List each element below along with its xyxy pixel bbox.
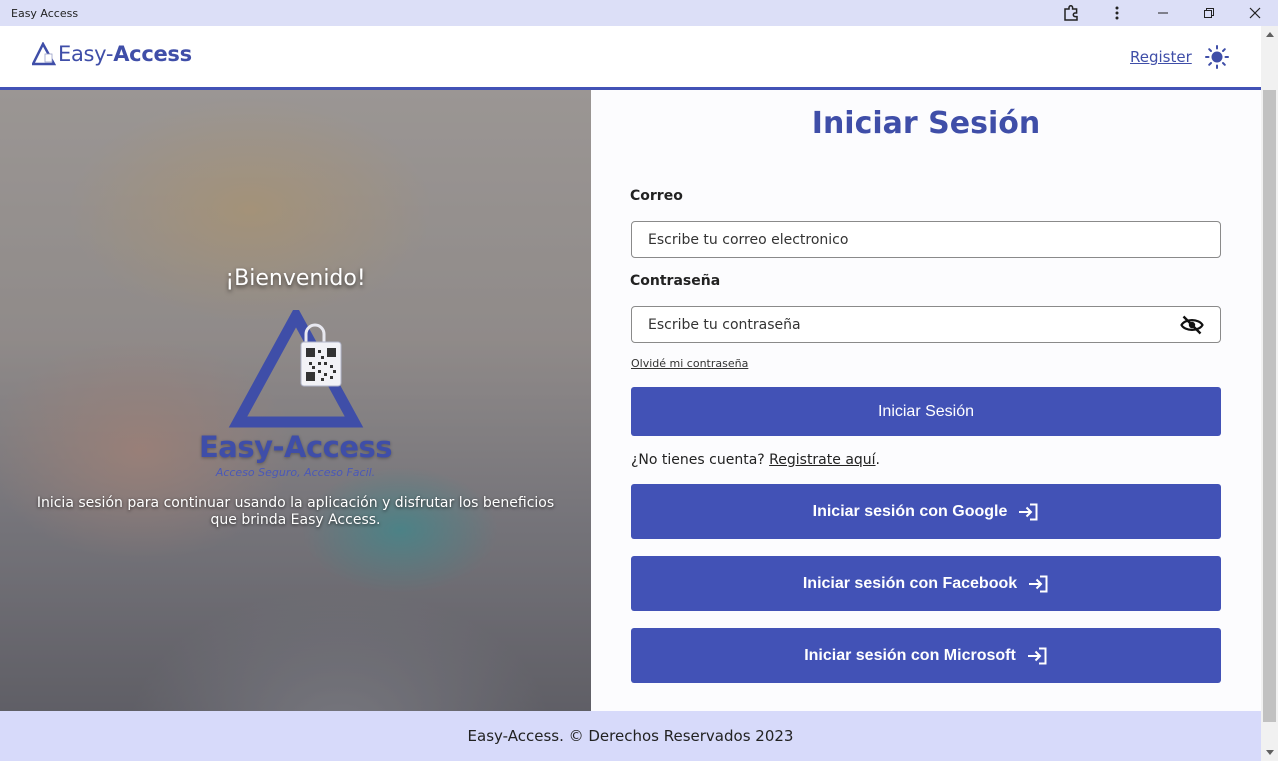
app-header: Easy-Access Register [0, 26, 1261, 90]
close-icon[interactable] [1232, 0, 1278, 26]
vertical-scrollbar[interactable] [1261, 26, 1278, 761]
window-title: Easy Access [11, 6, 79, 20]
google-login-button[interactable]: Iniciar sesión con Google [631, 484, 1221, 539]
password-label: Contraseña [630, 273, 721, 289]
scrollbar-thumb[interactable] [1263, 90, 1276, 722]
microsoft-login-label: Iniciar sesión con Microsoft [804, 646, 1016, 664]
facebook-login-label: Iniciar sesión con Facebook [802, 574, 1018, 592]
hero-description: Inicia sesión para continuar usando la a… [36, 495, 555, 528]
hero-brand: Easy-Access [198, 430, 393, 464]
scroll-up-arrow-icon[interactable] [1261, 26, 1278, 43]
email-field[interactable] [631, 221, 1221, 258]
page-footer: Easy-Access. © Derechos Reservados 2023 [0, 711, 1261, 761]
microsoft-login-button[interactable]: Iniciar sesión con Microsoft [631, 628, 1221, 683]
extensions-icon[interactable] [1048, 0, 1094, 26]
window-titlebar: Easy Access [0, 0, 1278, 26]
window-controls [1048, 0, 1278, 26]
facebook-login-button[interactable]: Iniciar sesión con Facebook [631, 556, 1221, 611]
login-button[interactable]: Iniciar Sesión [631, 387, 1221, 436]
login-arrow-icon [1026, 647, 1048, 665]
restore-icon[interactable] [1186, 0, 1232, 26]
hero-welcome: ¡Bienvenido! [225, 266, 366, 291]
signup-link[interactable]: Registrate aquí [769, 452, 875, 468]
password-field[interactable] [631, 306, 1221, 343]
sun-icon[interactable] [1204, 44, 1230, 70]
brand-logo[interactable]: Easy-Access [32, 42, 192, 66]
minimize-icon[interactable] [1140, 0, 1186, 26]
signup-prompt: ¿No tienes cuenta? Registrate aquí. [631, 452, 880, 468]
more-menu-icon[interactable] [1094, 0, 1140, 26]
triangle-lock-logo-icon [32, 42, 56, 66]
login-panel: Iniciar Sesión Correo Contraseña Olvidé … [591, 90, 1261, 711]
email-label: Correo [630, 188, 683, 204]
login-title: Iniciar Sesión [811, 106, 1041, 141]
login-arrow-icon [1017, 503, 1039, 521]
triangle-qr-lock-logo-icon [228, 310, 364, 428]
register-link[interactable]: Register [1130, 48, 1192, 66]
brand-name: Easy-Access [58, 42, 192, 66]
google-login-label: Iniciar sesión con Google [812, 502, 1008, 520]
login-arrow-icon [1027, 575, 1049, 593]
hero-panel: ¡Bienvenido! Easy-Access Acceso Seguro, … [0, 90, 591, 711]
scroll-down-arrow-icon[interactable] [1261, 744, 1278, 761]
eye-off-icon[interactable] [1180, 315, 1204, 335]
footer-text: Easy-Access. © Derechos Reservados 2023 [467, 727, 794, 745]
hero-tagline: Acceso Seguro, Acceso Facil. [215, 466, 376, 479]
forgot-password-link[interactable]: Olvidé mi contraseña [631, 357, 748, 370]
